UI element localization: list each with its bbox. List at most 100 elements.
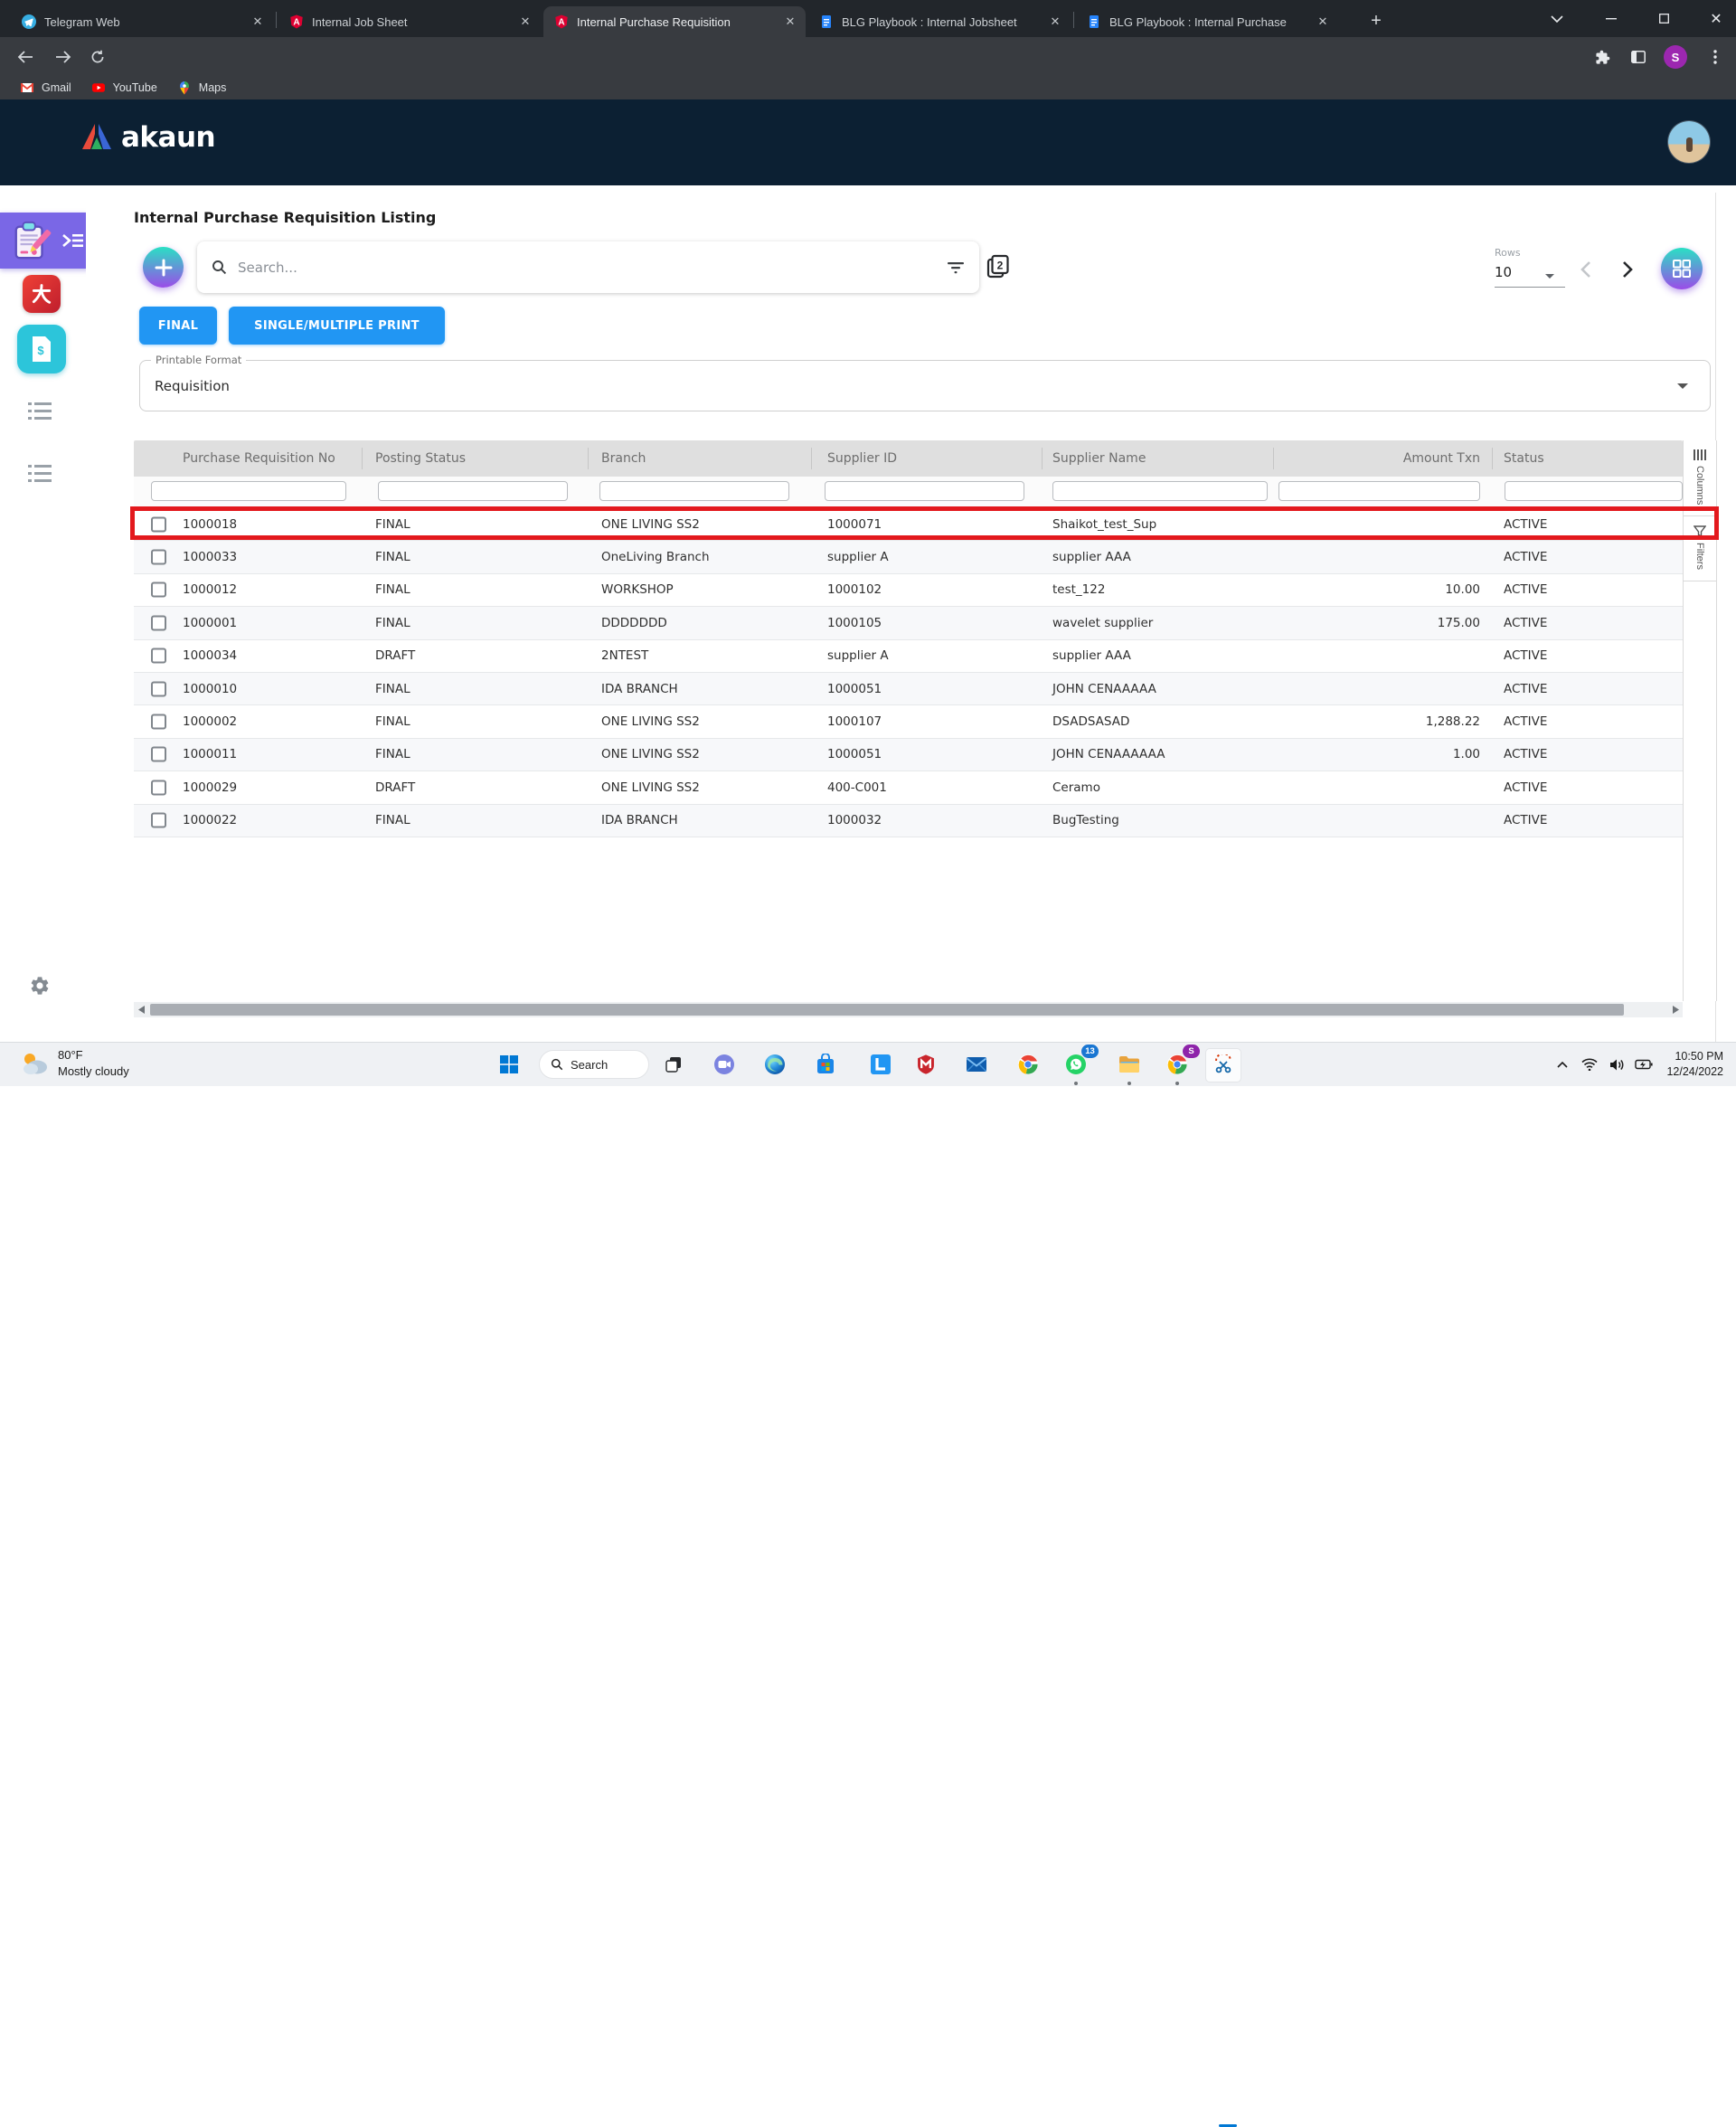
filter-input-supplier-id[interactable] xyxy=(825,481,1024,501)
col-purchase-requisition-no[interactable]: Purchase Requisition No xyxy=(183,451,335,466)
taskbar-clock[interactable]: 10:50 PM 12/24/2022 xyxy=(1666,1049,1723,1080)
akaun-logo[interactable]: akaun xyxy=(80,121,216,154)
row-checkbox[interactable] xyxy=(151,780,166,796)
sidebar-applet-invoice[interactable]: $ xyxy=(17,325,66,373)
search-input[interactable] xyxy=(236,258,947,277)
table-row[interactable]: 1000012 FINAL WORKSHOP 1000102 test_122 10.00… xyxy=(134,573,1683,608)
filter-lines-icon[interactable] xyxy=(947,260,965,275)
add-record-button[interactable] xyxy=(143,247,184,288)
scroll-right-arrow[interactable] xyxy=(1668,1002,1683,1017)
start-button[interactable] xyxy=(492,1048,526,1081)
filter-input-purchase-requisition-no[interactable] xyxy=(151,481,346,501)
kebab-menu-icon[interactable] xyxy=(1700,42,1731,72)
wifi-icon[interactable] xyxy=(1576,1051,1603,1078)
search-box[interactable] xyxy=(197,241,979,293)
col-status[interactable]: Status xyxy=(1504,451,1544,466)
sidebar-applet-da[interactable] xyxy=(23,275,61,313)
volume-icon[interactable] xyxy=(1603,1051,1630,1078)
browser-profile-avatar[interactable]: S xyxy=(1660,42,1691,72)
filter-input-supplier-name[interactable] xyxy=(1052,481,1268,501)
bookmark-youtube[interactable]: YouTube xyxy=(91,80,157,95)
minimize-button[interactable] xyxy=(1591,0,1631,37)
close-tab-icon[interactable]: ✕ xyxy=(1315,14,1331,30)
horizontal-scrollbar[interactable] xyxy=(134,1002,1683,1017)
taskbar-search[interactable]: Search xyxy=(539,1050,649,1079)
battery-icon[interactable] xyxy=(1630,1051,1657,1078)
bookmark-maps[interactable]: Maps xyxy=(177,80,226,95)
filter-input-status[interactable] xyxy=(1505,481,1683,501)
back-icon[interactable] xyxy=(10,42,41,72)
table-row[interactable]: 1000033 FINAL OneLiving Branch supplier A su… xyxy=(134,541,1683,574)
tab-internal-purchase-requisition[interactable]: A Internal Purchase Requisition ✕ xyxy=(543,6,806,37)
forward-icon[interactable] xyxy=(48,42,79,72)
close-tab-icon[interactable]: ✕ xyxy=(250,14,266,30)
row-checkbox[interactable] xyxy=(151,648,166,664)
table-row[interactable]: 1000010 FINAL IDA BRANCH 1000051 JOHN CENAAA… xyxy=(134,672,1683,706)
table-row[interactable]: 1000011 FINAL ONE LIVING SS2 1000051 JOHN CE… xyxy=(134,738,1683,772)
lark-app-icon[interactable] xyxy=(863,1048,898,1081)
mail-icon[interactable] xyxy=(959,1048,994,1081)
col-posting-status[interactable]: Posting Status xyxy=(375,451,466,466)
side-panel-icon[interactable] xyxy=(1623,42,1654,72)
close-tab-icon[interactable]: ✕ xyxy=(1047,14,1063,30)
table-row[interactable]: 1000034 DRAFT 2NTEST supplier A supplier AAA… xyxy=(134,639,1683,673)
row-checkbox[interactable] xyxy=(151,746,166,762)
sidebar-listing-icon[interactable] xyxy=(27,461,52,487)
col-amount-txn[interactable]: Amount Txn xyxy=(1278,451,1480,466)
edge-icon[interactable] xyxy=(758,1048,792,1081)
taskbar-weather-widget[interactable]: 80°F Mostly cloudy xyxy=(20,1047,129,1080)
columns-tool[interactable]: Columns xyxy=(1684,440,1716,517)
hidden-icons-chevron[interactable] xyxy=(1549,1051,1576,1078)
tab-blg-playbook-jobsheet[interactable]: BLG Playbook : Internal Jobsheet ✕ xyxy=(808,6,1071,37)
file-explorer-icon[interactable] xyxy=(1112,1048,1146,1081)
previous-page-button[interactable] xyxy=(1573,258,1597,281)
scroll-left-arrow[interactable] xyxy=(134,1002,148,1017)
table-row[interactable]: 1000022 FINAL IDA BRANCH 1000032 BugTesting A… xyxy=(134,804,1683,837)
row-checkbox[interactable] xyxy=(151,581,166,598)
row-checkbox[interactable] xyxy=(151,615,166,631)
table-row[interactable]: 1000001 FINAL DDDDDDD 1000105 wavelet suppli… xyxy=(134,607,1683,640)
filter-input-branch[interactable] xyxy=(599,481,789,501)
user-profile-photo[interactable] xyxy=(1668,121,1710,163)
tab-telegram-web[interactable]: Telegram Web ✕ xyxy=(11,6,273,37)
single-multiple-print-button[interactable]: SINGLE/MULTIPLE PRINT xyxy=(229,307,445,345)
row-checkbox[interactable] xyxy=(151,681,166,697)
grid-view-button[interactable] xyxy=(1661,248,1703,289)
tab-blg-playbook-purchase[interactable]: BLG Playbook : Internal Purchase ✕ xyxy=(1076,6,1338,37)
row-checkbox[interactable] xyxy=(151,549,166,565)
final-button[interactable]: FINAL xyxy=(139,307,217,345)
filter-input-posting-status[interactable] xyxy=(378,481,568,501)
teams-chat-icon[interactable] xyxy=(707,1048,741,1081)
scrollbar-thumb[interactable] xyxy=(150,1004,1624,1016)
sidebar-expand-icon[interactable] xyxy=(61,232,85,250)
col-supplier-name[interactable]: Supplier Name xyxy=(1052,451,1146,466)
bookmark-gmail[interactable]: Gmail xyxy=(20,80,71,95)
whatsapp-icon[interactable]: 13 xyxy=(1059,1045,1099,1081)
reload-icon[interactable] xyxy=(82,42,113,72)
chevron-down-icon[interactable] xyxy=(1537,0,1577,37)
chrome-profile-icon[interactable]: S xyxy=(1160,1045,1200,1081)
settings-gear-icon[interactable] xyxy=(27,973,52,998)
microsoft-store-icon[interactable] xyxy=(808,1048,843,1081)
close-tab-icon[interactable]: ✕ xyxy=(782,14,798,30)
chrome-icon[interactable] xyxy=(1011,1048,1045,1081)
multi-print-pages-icon[interactable]: 2 xyxy=(986,254,1010,279)
tab-internal-job-sheet[interactable]: A Internal Job Sheet ✕ xyxy=(278,6,541,37)
table-row[interactable]: 1000002 FINAL ONE LIVING SS2 1000107 DSADSAS… xyxy=(134,705,1683,739)
mcafee-icon[interactable] xyxy=(909,1048,943,1081)
col-supplier-id[interactable]: Supplier ID xyxy=(827,451,897,466)
close-tab-icon[interactable]: ✕ xyxy=(517,14,533,30)
col-branch[interactable]: Branch xyxy=(601,451,646,466)
extensions-puzzle-icon[interactable] xyxy=(1587,42,1618,72)
close-window-button[interactable]: ✕ xyxy=(1696,0,1736,37)
sidebar-listing-icon[interactable] xyxy=(27,399,52,424)
row-checkbox[interactable] xyxy=(151,714,166,730)
filter-input-amount-txn[interactable] xyxy=(1278,481,1480,501)
task-view-button[interactable] xyxy=(656,1048,691,1081)
printable-format-select[interactable]: Printable Format Requisition xyxy=(139,354,1711,411)
table-row[interactable]: 1000029 DRAFT ONE LIVING SS2 400-C001 Ceramo… xyxy=(134,771,1683,805)
snipping-tool-icon[interactable] xyxy=(1205,1048,1241,1082)
row-checkbox[interactable] xyxy=(151,812,166,828)
maximize-button[interactable] xyxy=(1644,0,1684,37)
next-page-button[interactable] xyxy=(1616,258,1639,281)
